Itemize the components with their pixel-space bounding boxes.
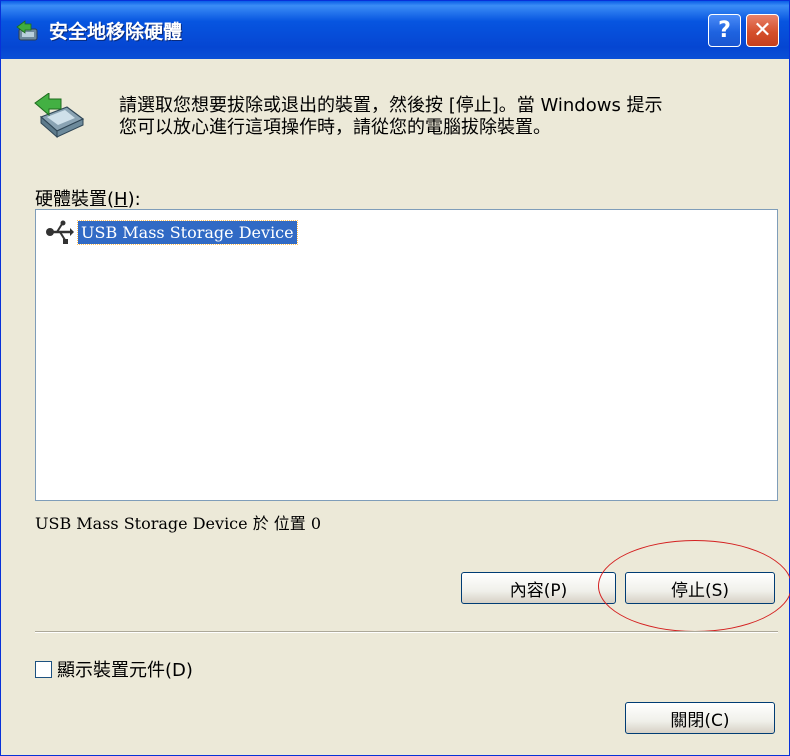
hardware-label-prefix: 硬體裝置( [35,189,115,210]
stop-button[interactable]: 停止(S) [625,572,775,604]
hardware-devices-list[interactable]: USB Mass Storage Device [35,209,778,501]
hardware-label-suffix: ): [127,189,141,210]
hardware-devices-label: 硬體裝置(H): [35,185,141,211]
show-components-label[interactable]: 顯示裝置元件(D) [57,656,193,682]
properties-button[interactable]: 內容(P) [461,572,616,604]
device-name: USB Mass Storage Device [77,219,298,245]
usb-icon [46,220,74,244]
device-item-usb-mass-storage[interactable]: USB Mass Storage Device [44,218,298,246]
separator [35,631,778,633]
hardware-accesskey: H [114,189,128,210]
show-components-option[interactable]: 顯示裝置元件(D) [35,656,193,682]
close-window-button[interactable]: ✕ [746,14,779,47]
device-location-text: USB Mass Storage Device 於 位置 0 [35,514,322,533]
window-title: 安全地移除硬體 [49,21,183,43]
safely-remove-hardware-dialog: 安全地移除硬體 ? ✕ 請選取您想要拔除或退出的裝置，然後按 [停止]。當 Wi… [0,0,790,756]
show-components-checkbox[interactable] [35,660,52,678]
help-button[interactable]: ? [708,14,741,47]
safely-remove-hardware-icon [16,20,38,41]
title-bar[interactable]: 安全地移除硬體 ? ✕ [1,1,789,59]
instructions-text: 請選取您想要拔除或退出的裝置，然後按 [停止]。當 Windows 提示 您可以… [119,95,663,138]
remove-hardware-icon [34,93,85,139]
close-button[interactable]: 關閉(C) [625,702,775,734]
